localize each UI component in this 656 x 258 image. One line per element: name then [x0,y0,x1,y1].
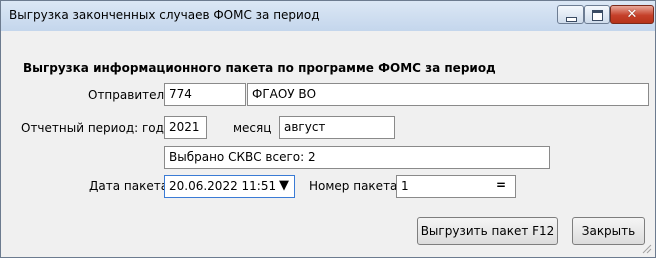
package-number-label: Номер пакета [309,179,398,193]
package-date-label: Дата пакета [89,179,169,193]
resize-grip-icon[interactable] [640,242,652,254]
title-bar[interactable]: Выгрузка законченных случаев ФОМС за пер… [1,1,655,31]
export-window: Выгрузка законченных случаев ФОМС за пер… [0,0,656,258]
form-heading: Выгрузка информационного пакета по прогр… [23,61,496,75]
sender-code-field[interactable]: 774 [164,83,246,106]
minimize-icon [566,17,577,22]
maximize-icon [592,10,603,21]
export-package-button[interactable]: Выгрузить пакет F12 [417,217,558,245]
month-field[interactable]: август [279,116,395,139]
chevron-down-icon: ▼ [279,178,289,193]
package-date-value: 20.06.2022 11:51 [169,179,277,193]
month-label: месяц [233,121,272,135]
window-title: Выгрузка законченных случаев ФОМС за пер… [9,8,320,22]
year-field[interactable]: 2021 [164,116,207,139]
package-number-select-button[interactable]: = [488,176,514,197]
date-dropdown-button[interactable]: ▼ [274,176,294,197]
package-number-value: 1 [401,179,409,193]
close-icon: ✕ [626,7,638,22]
year-label: Отчетный период: год [21,121,164,135]
close-button[interactable]: Закрыть [572,217,645,245]
sender-label: Отправитель [88,88,172,102]
close-window-button[interactable]: ✕ [610,5,654,24]
selected-count-field: Выбрано СКВС всего: 2 [164,146,550,169]
maximize-button[interactable] [584,5,610,24]
equals-icon: = [495,178,507,192]
sender-name-field[interactable]: ФГАОУ ВО [247,83,649,106]
minimize-button[interactable] [557,5,584,24]
